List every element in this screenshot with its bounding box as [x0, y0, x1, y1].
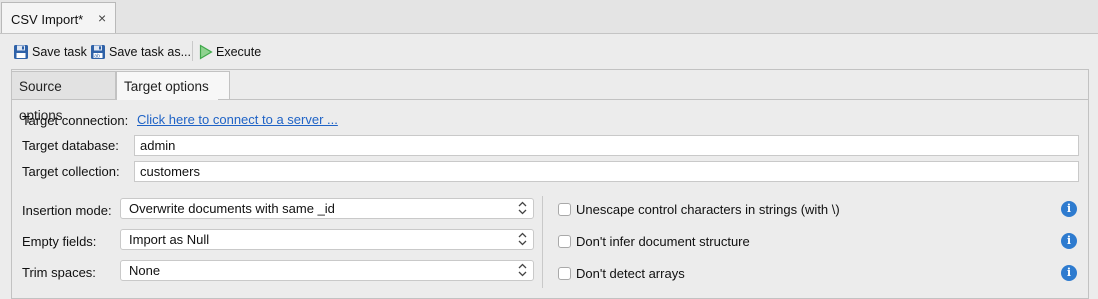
target-database-field[interactable]: admin — [134, 135, 1079, 156]
dont-detect-arrays-checkbox[interactable] — [558, 267, 571, 280]
tab-source-options[interactable]: Source options — [11, 71, 116, 123]
dont-infer-structure-label: Don't infer document structure — [576, 234, 750, 249]
save-task-button[interactable]: Save task — [13, 43, 87, 61]
document-tab-strip — [0, 0, 1098, 34]
dont-detect-arrays-label: Don't detect arrays — [576, 266, 685, 281]
save-task-label: Save task — [32, 45, 87, 59]
execute-label: Execute — [216, 45, 262, 59]
floppy-disk-icon — [14, 45, 28, 59]
info-icon[interactable]: i — [1061, 201, 1077, 217]
unescape-control-chars-checkbox[interactable] — [558, 203, 571, 216]
dont-infer-structure-checkbox[interactable] — [558, 235, 571, 248]
info-icon[interactable]: i — [1061, 265, 1077, 281]
trim-spaces-value: None — [129, 263, 161, 278]
target-collection-field[interactable]: customers — [134, 161, 1079, 182]
close-icon[interactable]: × — [98, 10, 106, 26]
unescape-control-chars-label: Unescape control characters in strings (… — [576, 202, 840, 217]
updown-chevron-icon — [518, 232, 527, 246]
target-collection-label: Target collection: — [22, 164, 120, 179]
target-database-label: Target database: — [22, 138, 119, 153]
save-task-as-label: Save task as... — [109, 45, 191, 59]
document-tab-csv-import[interactable]: CSV Import* × — [1, 2, 116, 33]
empty-fields-label: Empty fields: — [22, 234, 97, 249]
trim-spaces-select[interactable]: None — [120, 260, 534, 281]
toolbar-separator — [192, 41, 193, 61]
updown-chevron-icon — [518, 201, 527, 215]
empty-fields-select[interactable]: Import as Null — [120, 229, 534, 250]
info-icon[interactable]: i — [1061, 233, 1077, 249]
column-divider — [542, 196, 543, 288]
svg-text:ab: ab — [94, 53, 100, 59]
updown-chevron-icon — [518, 263, 527, 277]
floppy-disk-ab-icon: ab — [91, 45, 105, 59]
save-task-as-button[interactable]: ab Save task as... — [90, 43, 191, 61]
insertion-mode-value: Overwrite documents with same _id — [129, 201, 335, 216]
empty-fields-value: Import as Null — [129, 232, 210, 247]
tab-target-options[interactable]: Target options — [116, 71, 230, 100]
target-connection-label: Target connection: — [22, 113, 129, 128]
toolbar: Save task ab Save task as... Execute — [0, 34, 1098, 67]
insertion-mode-select[interactable]: Overwrite documents with same _id — [120, 198, 534, 219]
document-tab-title: CSV Import* — [11, 12, 84, 27]
play-icon — [199, 44, 213, 60]
execute-button[interactable]: Execute — [199, 43, 261, 61]
connect-server-link[interactable]: Click here to connect to a server ... — [137, 112, 338, 127]
insertion-mode-label: Insertion mode: — [22, 203, 112, 218]
trim-spaces-label: Trim spaces: — [22, 265, 96, 280]
active-tab-gap — [117, 99, 218, 100]
